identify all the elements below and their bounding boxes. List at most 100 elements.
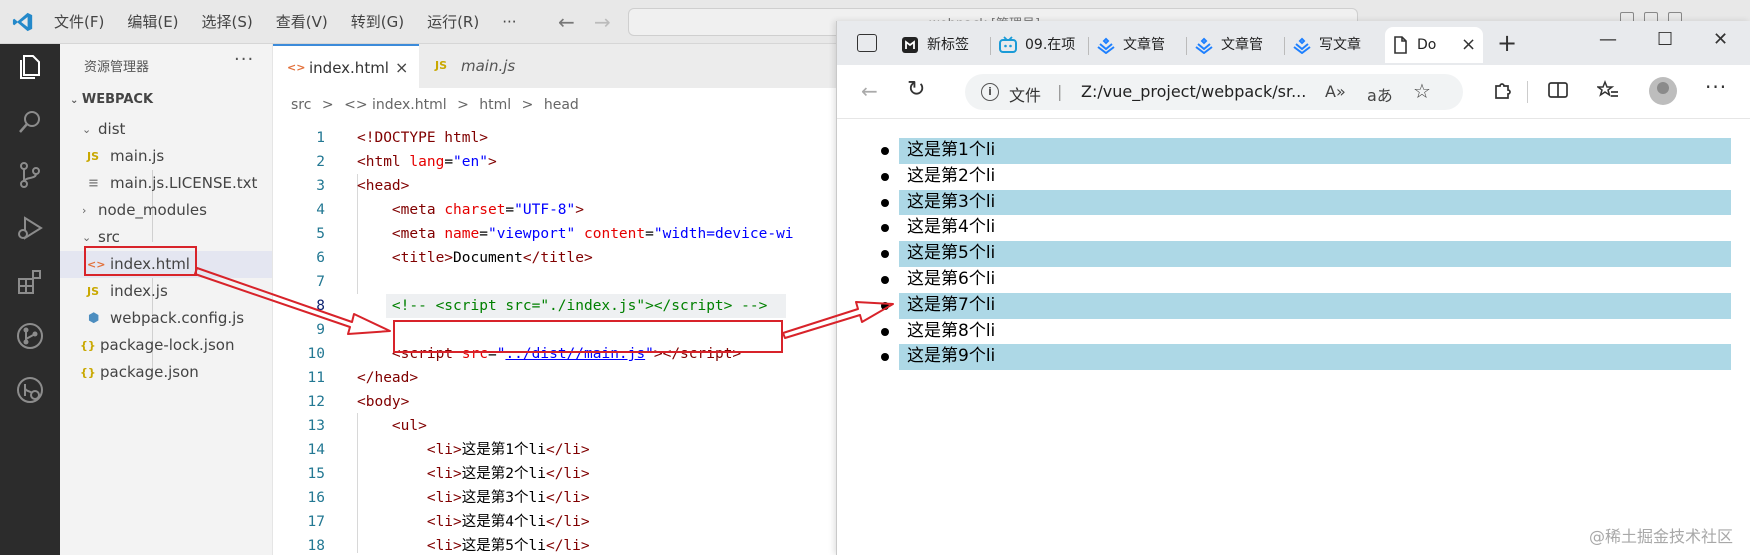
git-graph-icon[interactable]	[14, 320, 46, 352]
browser-tab-active[interactable]: Do ×	[1385, 27, 1483, 63]
line-number: 16	[307, 490, 325, 506]
line-number: 9	[316, 322, 325, 338]
remote-explorer-icon[interactable]	[14, 374, 46, 406]
extensions-puzzle-icon[interactable]	[1492, 79, 1514, 101]
breadcrumb-separator: >	[457, 97, 469, 113]
explorer-sidebar: 资源管理器 ··· ⌄ WEBPACK ⌄ dist JS main.js ≡ …	[60, 44, 273, 555]
address-separator: |	[1057, 82, 1063, 101]
breadcrumb-item[interactable]: <> index.html	[344, 97, 447, 113]
code-line: 2 <html lang="en">	[273, 150, 840, 174]
explorer-more-icon[interactable]: ···	[234, 49, 254, 70]
new-tab-button[interactable]: +	[1497, 29, 1517, 57]
tab-actions-icon[interactable]	[857, 34, 877, 52]
tree-folder-node-modules[interactable]: › node_modules	[60, 197, 272, 224]
line-number: 11	[307, 370, 325, 386]
reload-icon[interactable]: ↻	[907, 77, 925, 102]
info-icon[interactable]: i	[981, 83, 999, 101]
breadcrumb-item[interactable]: html	[479, 97, 511, 113]
breadcrumb: src > <> index.html > html > head	[291, 94, 585, 116]
code-text: <!DOCTYPE html>	[357, 130, 488, 146]
close-icon[interactable]: ×	[395, 46, 408, 90]
browser-toolbar: ← ↻ i 文件 | Z:/vue_project/webpack/sr... …	[837, 65, 1750, 119]
source-control-icon[interactable]	[14, 159, 46, 191]
line-number: 17	[307, 514, 325, 530]
breadcrumb-separator: >	[521, 97, 534, 113]
browser-tab-label: 文章管	[1221, 37, 1263, 53]
juejin-icon	[1195, 37, 1213, 54]
browser-tab[interactable]: 09.在项	[993, 27, 1089, 63]
breadcrumb-separator: >	[321, 97, 334, 113]
nav-forward-icon[interactable]: →	[594, 10, 611, 34]
menu-edit[interactable]: 编辑(E)	[127, 0, 178, 44]
split-screen-icon[interactable]	[1547, 79, 1569, 101]
tree-item-label: package.json	[100, 363, 199, 381]
activity-bar	[0, 44, 60, 555]
chevron-right-icon: ›	[82, 204, 87, 217]
code-line: 17 <li>这是第4个li</li>	[273, 510, 840, 534]
tree-file-main-js[interactable]: JS main.js	[60, 143, 272, 170]
run-debug-icon[interactable]	[14, 212, 46, 244]
tree-file-index-js[interactable]: JS index.js	[60, 278, 272, 305]
code-line: 4 <meta charset="UTF-8">	[273, 198, 840, 222]
breadcrumb-item[interactable]: src	[291, 97, 311, 113]
extensions-icon[interactable]	[14, 266, 46, 298]
tree-file-license[interactable]: ≡ main.js.LICENSE.txt	[60, 170, 272, 197]
window-close-icon[interactable]: ✕	[1713, 29, 1728, 50]
explorer-icon[interactable]	[14, 50, 46, 82]
browser-tab[interactable]: 文章管	[1091, 27, 1187, 63]
tab-divider	[1186, 37, 1187, 55]
menu-more[interactable]: ···	[502, 0, 516, 44]
line-number: 18	[307, 538, 325, 554]
address-scheme-label: 文件	[1009, 86, 1042, 105]
address-bar[interactable]: i 文件 | Z:/vue_project/webpack/sr... A» a…	[965, 74, 1463, 110]
menu-view[interactable]: 查看(V)	[276, 0, 328, 44]
breadcrumb-item[interactable]: head	[544, 97, 579, 113]
menu-run[interactable]: 运行(R)	[427, 0, 479, 44]
code-line: 16 <li>这是第3个li</li>	[273, 486, 840, 510]
list-item: 这是第5个li	[881, 241, 1731, 267]
favorites-icon[interactable]	[1597, 79, 1619, 101]
tree-folder-dist[interactable]: ⌄ dist	[60, 116, 272, 143]
back-icon[interactable]: ←	[861, 79, 878, 103]
menu-file[interactable]: 文件(F)	[54, 0, 104, 44]
juejin-icon	[1293, 37, 1311, 54]
tree-file-package-json[interactable]: {} package.json	[60, 359, 272, 386]
search-icon[interactable]	[14, 106, 46, 138]
code-text: <!-- <script src="./index.js"></script> …	[391, 298, 768, 314]
tab-main-js[interactable]: JS main.js	[419, 44, 543, 88]
minimize-icon[interactable]: —	[1599, 29, 1617, 50]
maximize-icon[interactable]: ☐	[1657, 29, 1673, 50]
browser-tab[interactable]: 文章管	[1189, 27, 1285, 63]
tab-index-html[interactable]: <> index.html ×	[273, 44, 419, 88]
nav-back-icon[interactable]: ←	[558, 10, 575, 34]
read-aloud-icon[interactable]: A»	[1325, 82, 1346, 101]
list-item: 这是第4个li	[881, 215, 1731, 241]
tree-file-package-lock[interactable]: {} package-lock.json	[60, 332, 272, 359]
editor-tabs: <> index.html × JS main.js	[273, 44, 840, 88]
browser-tab-label: Do	[1417, 37, 1437, 53]
favorite-star-icon[interactable]: ☆	[1413, 79, 1431, 103]
menu-selection[interactable]: 选择(S)	[202, 0, 253, 44]
vscode-logo-icon	[12, 12, 33, 32]
tree-item-label: package-lock.json	[100, 336, 235, 354]
code-line: 11 </head>	[273, 366, 840, 390]
address-url[interactable]: Z:/vue_project/webpack/sr...	[1081, 82, 1306, 101]
translate-icon[interactable]: aあ	[1367, 82, 1393, 106]
code-text: <ul>	[391, 418, 427, 434]
tree-item-label: webpack.config.js	[110, 309, 245, 327]
code-line: 14 <li>这是第1个li</li>	[273, 438, 840, 462]
settings-more-icon[interactable]: ···	[1705, 75, 1727, 99]
browser-tab[interactable]: 新标签	[895, 27, 991, 63]
code-line: 6 <title>Document</title>	[273, 246, 840, 270]
tree-item-label: main.js	[110, 147, 165, 165]
close-tab-icon[interactable]: ×	[1461, 27, 1476, 63]
json-file-icon: {}	[80, 366, 96, 379]
menu-go[interactable]: 转到(G)	[351, 0, 404, 44]
code-text: <li>这是第4个li</li>	[426, 514, 590, 530]
browser-tab[interactable]: 写文章	[1287, 27, 1381, 63]
js-file-icon: JS	[87, 285, 100, 298]
profile-avatar[interactable]	[1649, 77, 1677, 105]
chevron-down-icon: ⌄	[82, 123, 92, 136]
project-root[interactable]: ⌄ WEBPACK	[70, 92, 153, 107]
tree-file-webpack-config[interactable]: ⬢ webpack.config.js	[60, 305, 272, 332]
